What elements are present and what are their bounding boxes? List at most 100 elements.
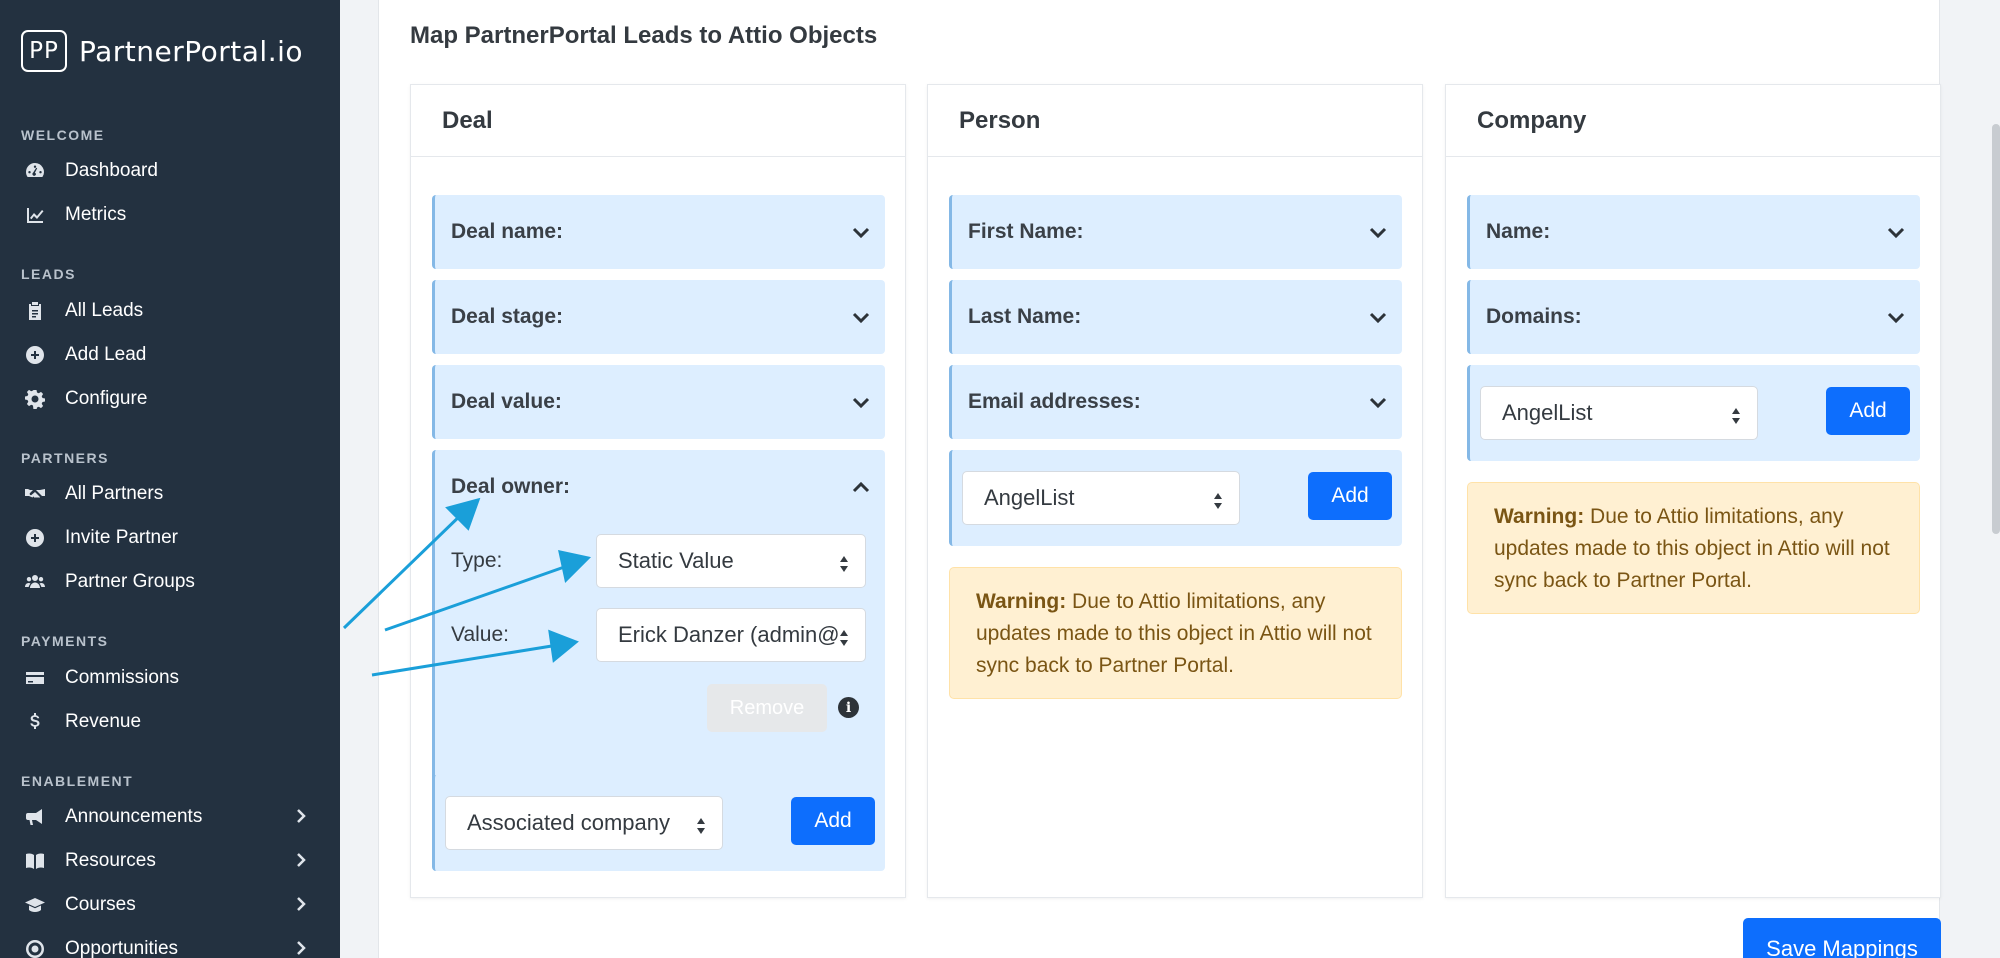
chevron-down-icon[interactable]: [851, 392, 871, 412]
value-label: Value:: [451, 623, 509, 646]
sidebar-item-label: Metrics: [65, 204, 127, 225]
brand-logo: PP: [21, 30, 67, 72]
chevron-down-icon[interactable]: [1368, 392, 1388, 412]
value-select[interactable]: Erick Danzer (admin@: [596, 608, 866, 662]
deal-value-field[interactable]: Deal value:: [432, 365, 885, 439]
deal-name-field[interactable]: Deal name:: [432, 195, 885, 269]
person-add-select[interactable]: AngelList: [962, 471, 1240, 525]
sidebar-item-opportunities[interactable]: Opportunities: [0, 927, 340, 958]
field-label: Domains:: [1486, 305, 1582, 328]
sidebar-item-label: Opportunities: [65, 938, 179, 958]
select-value: AngelList: [984, 485, 1075, 510]
chevron-down-icon[interactable]: [1368, 222, 1388, 242]
company-add-button[interactable]: Add: [1826, 387, 1910, 435]
field-label: Deal value:: [451, 390, 562, 413]
graduation-cap-icon: [24, 894, 46, 916]
users-icon: [24, 571, 46, 593]
sidebar-item-courses[interactable]: Courses: [0, 883, 340, 927]
chevron-down-icon[interactable]: [1886, 307, 1906, 327]
field-label: Name:: [1486, 220, 1551, 243]
person-column-title: Person: [928, 85, 1422, 157]
select-arrows-icon: [696, 815, 706, 834]
section-title-leads: LEADS: [21, 266, 76, 282]
chevron-up-icon[interactable]: [851, 477, 871, 497]
person-column: Person First Name: Last Name: Email addr…: [927, 84, 1423, 898]
sidebar-item-label: Announcements: [65, 806, 203, 827]
deal-add-button[interactable]: Add: [791, 797, 875, 845]
field-label: First Name:: [968, 220, 1084, 243]
sidebar-item-label: Configure: [65, 388, 148, 409]
sidebar-item-all-leads[interactable]: All Leads: [0, 289, 340, 333]
select-arrows-icon: [839, 627, 849, 646]
sidebar-item-label: Dashboard: [65, 160, 158, 181]
chevron-right-icon: [292, 851, 310, 869]
deal-add-select[interactable]: Associated company: [445, 796, 723, 850]
sidebar-item-label: Commissions: [65, 667, 180, 688]
person-add-button[interactable]: Add: [1308, 472, 1392, 520]
save-mappings-button[interactable]: Save Mappings: [1743, 918, 1941, 958]
company-column-title: Company: [1446, 85, 1940, 157]
deal-owner-header[interactable]: Deal owner:: [435, 450, 885, 524]
sidebar-item-all-partners[interactable]: All Partners: [0, 472, 340, 516]
sidebar-item-commissions[interactable]: Commissions: [0, 656, 340, 700]
type-select[interactable]: Static Value: [596, 534, 866, 588]
clipboard-icon: [24, 300, 46, 322]
handshake-icon: [24, 483, 46, 505]
page-title: Map PartnerPortal Leads to Attio Objects: [410, 22, 878, 49]
book-icon: [24, 850, 46, 872]
sidebar-item-announcements[interactable]: Announcements: [0, 795, 340, 839]
brand[interactable]: PP PartnerPortal.io: [0, 0, 340, 102]
chevron-right-icon: [292, 939, 310, 957]
company-add-select[interactable]: AngelList: [1480, 386, 1758, 440]
info-icon[interactable]: i: [838, 697, 859, 718]
domains-field[interactable]: Domains:: [1467, 280, 1920, 354]
chevron-down-icon[interactable]: [1886, 222, 1906, 242]
sidebar-item-add-lead[interactable]: Add Lead: [0, 333, 340, 377]
select-value: Associated company: [467, 810, 670, 835]
last-name-field[interactable]: Last Name:: [949, 280, 1402, 354]
section-title-partners: PARTNERS: [21, 450, 109, 466]
sidebar-item-revenue[interactable]: Revenue: [0, 700, 340, 744]
chevron-right-icon: [292, 807, 310, 825]
select-value: Erick Danzer (admin@: [618, 622, 840, 647]
select-value: Static Value: [618, 548, 734, 573]
section-title-payments: PAYMENTS: [21, 633, 109, 649]
brand-name: PartnerPortal.io: [79, 34, 304, 68]
field-label: Last Name:: [968, 305, 1082, 328]
sidebar-item-label: Invite Partner: [65, 527, 178, 548]
section-title-enablement: ENABLEMENT: [21, 773, 134, 789]
company-name-field[interactable]: Name:: [1467, 195, 1920, 269]
select-arrows-icon: [1731, 405, 1741, 424]
first-name-field[interactable]: First Name:: [949, 195, 1402, 269]
sidebar-item-invite-partner[interactable]: Invite Partner: [0, 516, 340, 560]
sidebar-item-label: Resources: [65, 850, 156, 871]
target-icon: [24, 938, 46, 958]
chevron-down-icon[interactable]: [1368, 307, 1388, 327]
remove-button[interactable]: Remove: [707, 684, 827, 732]
sidebar-item-label: Revenue: [65, 711, 142, 732]
sidebar-item-resources[interactable]: Resources: [0, 839, 340, 883]
section-title-welcome: WELCOME: [21, 127, 105, 143]
sidebar-item-label: Partner Groups: [65, 571, 195, 592]
sidebar-item-configure[interactable]: Configure: [0, 377, 340, 421]
sidebar-item-label: All Partners: [65, 483, 164, 504]
sidebar-item-metrics[interactable]: Metrics: [0, 193, 340, 237]
type-label: Type:: [451, 549, 503, 572]
email-addresses-field[interactable]: Email addresses:: [949, 365, 1402, 439]
field-label: Deal name:: [451, 220, 564, 243]
megaphone-icon: [24, 806, 46, 828]
chevron-right-icon: [292, 895, 310, 913]
scrollbar[interactable]: [1992, 124, 2000, 534]
field-label: Deal stage:: [451, 305, 564, 328]
sidebar-item-partner-groups[interactable]: Partner Groups: [0, 560, 340, 604]
select-arrows-icon: [839, 553, 849, 572]
plus-circle-icon: [24, 344, 46, 366]
sidebar-item-label: Add Lead: [65, 344, 147, 365]
chevron-down-icon[interactable]: [851, 222, 871, 242]
deal-stage-field[interactable]: Deal stage:: [432, 280, 885, 354]
sidebar-item-dashboard[interactable]: Dashboard: [0, 149, 340, 193]
chevron-down-icon[interactable]: [851, 307, 871, 327]
select-arrows-icon: [1213, 490, 1223, 509]
warning-label: Warning:: [976, 590, 1067, 613]
deal-column-title: Deal: [411, 85, 905, 157]
